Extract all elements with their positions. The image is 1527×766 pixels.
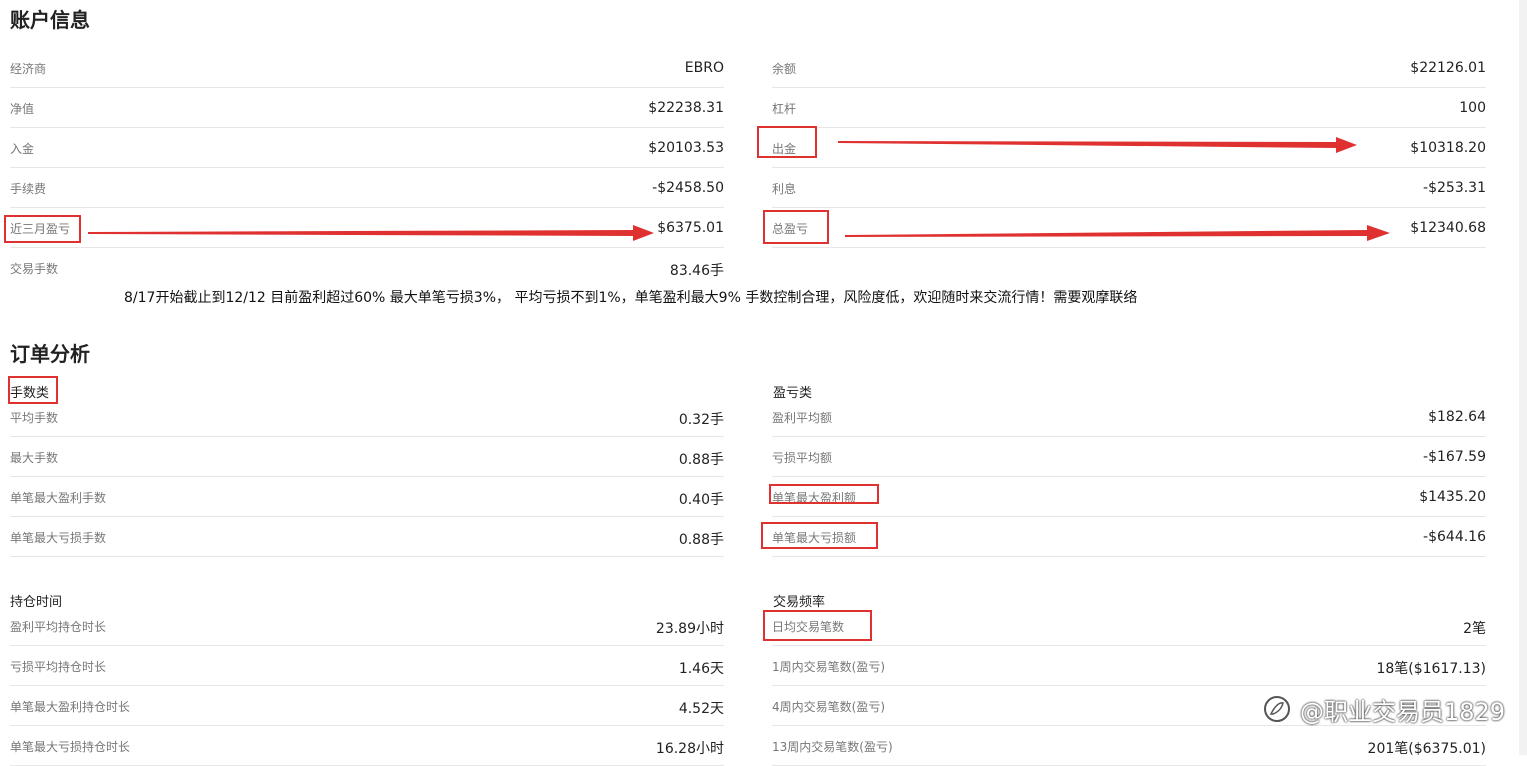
avg-profit-hold-value: 23.89小时 xyxy=(655,621,724,637)
highlight-box-daily-trades xyxy=(763,610,872,641)
row-fee: 手续费 -$2458.50 xyxy=(10,168,724,208)
max-profit-lots-value: 0.40手 xyxy=(678,492,724,508)
performance-note: 8/17开始截止到12/12 目前盈利超过60% 最大单笔亏损3%， 平均亏损不… xyxy=(124,290,1138,306)
max-lots-value: 0.88手 xyxy=(678,452,724,468)
row-max-profit-hold: 单笔最大盈利持仓时长 4.52天 xyxy=(10,686,724,726)
avg-profit-value: $182.64 xyxy=(1428,409,1486,425)
highlight-box-3month-pnl xyxy=(4,215,81,243)
3month-pnl-value: $6375.01 xyxy=(657,220,724,236)
arrow-icon xyxy=(88,225,654,241)
row-leverage: 杠杆 100 xyxy=(772,88,1486,128)
row-avg-loss: 亏损平均额 -$167.59 xyxy=(772,437,1486,477)
equity-label: 净值 xyxy=(10,102,35,116)
daily-trades-value: 2笔 xyxy=(1463,621,1486,637)
highlight-box-withdraw xyxy=(757,126,817,158)
broker-label: 经济商 xyxy=(10,62,47,76)
row-avg-profit: 盈利平均额 $182.64 xyxy=(772,397,1486,437)
deposit-value: $20103.53 xyxy=(648,140,724,156)
row-deposit: 入金 $20103.53 xyxy=(10,128,724,168)
balance-value: $22126.01 xyxy=(1410,60,1486,76)
4week-trades-label: 4周内交易笔数(盈亏) xyxy=(772,700,885,714)
highlight-box-max-profit xyxy=(769,484,879,504)
watermark-text: @职业交易员1829 xyxy=(1300,698,1506,726)
balance-label: 余额 xyxy=(772,62,797,76)
arrow-icon xyxy=(838,137,1357,153)
deposit-label: 入金 xyxy=(10,142,35,156)
fee-value: -$2458.50 xyxy=(652,180,724,196)
avg-lots-label: 平均手数 xyxy=(10,411,59,425)
interest-label: 利息 xyxy=(772,182,797,196)
interest-value: -$253.31 xyxy=(1423,180,1486,196)
row-avg-loss-hold: 亏损平均持仓时长 1.46天 xyxy=(10,646,724,686)
row-balance: 余额 $22126.01 xyxy=(772,48,1486,88)
1week-trades-label: 1周内交易笔数(盈亏) xyxy=(772,660,885,674)
max-lots-label: 最大手数 xyxy=(10,451,59,465)
highlight-box-max-loss xyxy=(761,522,878,549)
row-max-profit-lots: 单笔最大盈利手数 0.40手 xyxy=(10,477,724,517)
max-loss-hold-label: 单笔最大亏损持仓时长 xyxy=(10,740,131,754)
avg-loss-value: -$167.59 xyxy=(1423,449,1486,465)
max-profit-hold-value: 4.52天 xyxy=(678,701,724,717)
fee-label: 手续费 xyxy=(10,182,47,196)
max-profit-value: $1435.20 xyxy=(1419,489,1486,505)
13week-trades-value: 201笔($6375.01) xyxy=(1367,741,1486,757)
total-pnl-value: $12340.68 xyxy=(1410,220,1486,236)
max-loss-hold-value: 16.28小时 xyxy=(655,741,724,757)
max-loss-value: -$644.16 xyxy=(1423,529,1486,545)
avg-loss-label: 亏损平均额 xyxy=(772,451,833,465)
row-avg-profit-hold: 盈利平均持仓时长 23.89小时 xyxy=(10,606,724,646)
arrow-icon xyxy=(845,225,1390,241)
avg-loss-hold-label: 亏损平均持仓时长 xyxy=(10,660,107,674)
leverage-label: 杠杆 xyxy=(772,102,797,116)
1week-trades-value: 18笔($1617.13) xyxy=(1376,661,1486,677)
row-equity: 净值 $22238.31 xyxy=(10,88,724,128)
row-max-lots: 最大手数 0.88手 xyxy=(10,437,724,477)
row-13week-trades: 13周内交易笔数(盈亏) 201笔($6375.01) xyxy=(772,726,1486,766)
orders-title: 订单分析 xyxy=(10,342,90,366)
max-loss-lots-value: 0.88手 xyxy=(678,532,724,548)
avg-lots-value: 0.32手 xyxy=(678,412,724,428)
row-daily-trades: 日均交易笔数 2笔 xyxy=(772,606,1486,646)
lots-label: 交易手数 xyxy=(10,262,59,276)
13week-trades-label: 13周内交易笔数(盈亏) xyxy=(772,740,893,754)
row-broker: 经济商 EBRO xyxy=(10,48,724,88)
highlight-box-lots-heading xyxy=(8,376,58,404)
scrollbar[interactable] xyxy=(1519,0,1527,755)
row-1week-trades: 1周内交易笔数(盈亏) 18笔($1617.13) xyxy=(772,646,1486,686)
feather-icon xyxy=(1264,696,1290,722)
max-profit-hold-label: 单笔最大盈利持仓时长 xyxy=(10,700,131,714)
row-avg-lots: 平均手数 0.32手 xyxy=(10,397,724,437)
row-lots: 交易手数 83.46手 xyxy=(10,248,724,288)
avg-profit-hold-label: 盈利平均持仓时长 xyxy=(10,620,107,634)
avg-profit-label: 盈利平均额 xyxy=(772,411,833,425)
row-max-loss-lots: 单笔最大亏损手数 0.88手 xyxy=(10,517,724,557)
max-loss-lots-label: 单笔最大亏损手数 xyxy=(10,531,107,545)
withdraw-value: $10318.20 xyxy=(1410,140,1486,156)
max-profit-lots-label: 单笔最大盈利手数 xyxy=(10,491,107,505)
row-interest: 利息 -$253.31 xyxy=(772,168,1486,208)
leverage-value: 100 xyxy=(1459,100,1486,116)
lots-value: 83.46手 xyxy=(669,263,724,279)
equity-value: $22238.31 xyxy=(648,100,724,116)
row-max-loss: 单笔最大亏损额 -$644.16 xyxy=(772,517,1486,557)
row-max-loss-hold: 单笔最大亏损持仓时长 16.28小时 xyxy=(10,726,724,766)
account-title: 账户信息 xyxy=(10,8,90,32)
avg-loss-hold-value: 1.46天 xyxy=(678,661,724,677)
row-max-profit: 单笔最大盈利额 $1435.20 xyxy=(772,477,1486,517)
broker-value: EBRO xyxy=(684,60,724,76)
highlight-box-total-pnl xyxy=(763,210,829,244)
